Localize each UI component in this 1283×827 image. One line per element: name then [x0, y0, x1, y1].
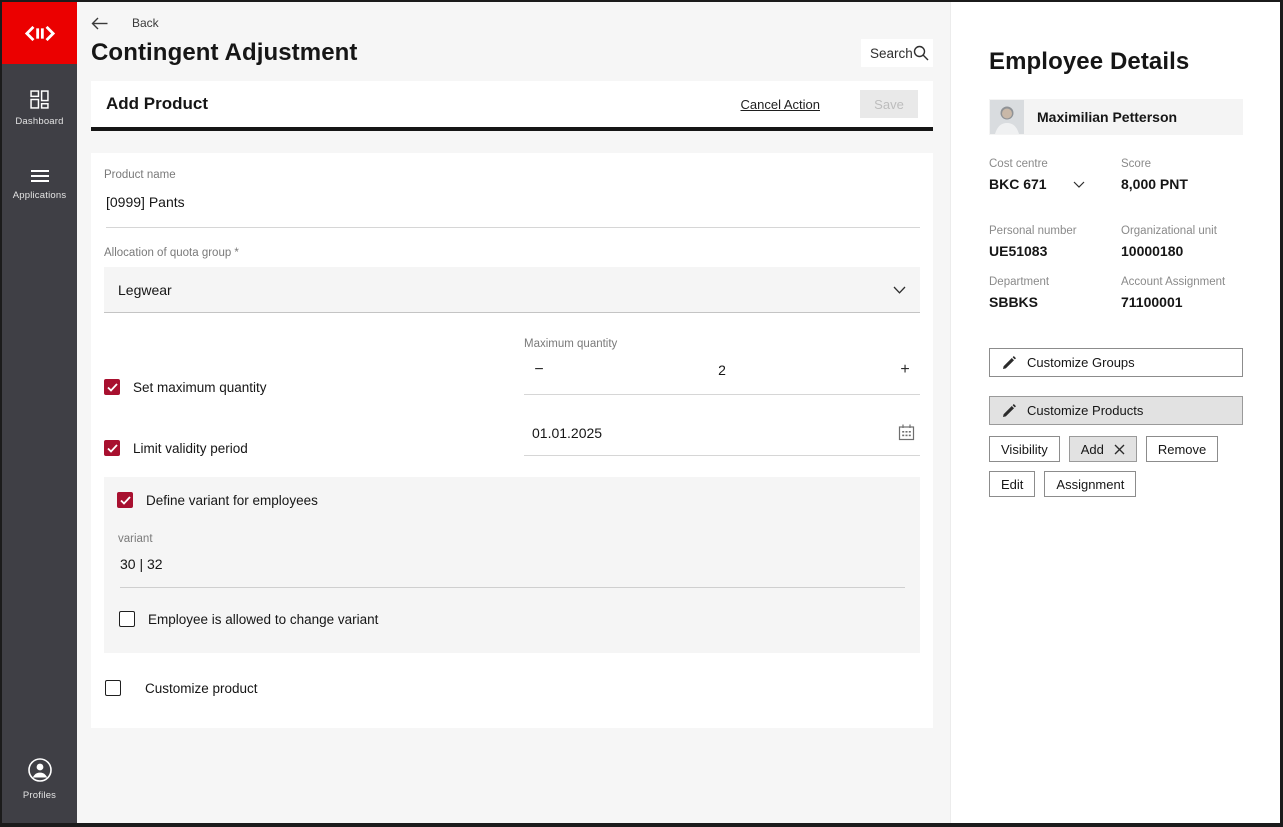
sidebar-item-label: Profiles [22, 790, 57, 801]
employee-details-title: Employee Details [989, 48, 1190, 75]
app-window: Dashboard Applications Profiles Back Con… [0, 0, 1283, 827]
assignment-button[interactable]: Assignment [1044, 471, 1137, 497]
define-variant-row: Define variant for employees [117, 492, 907, 508]
chevron-down-icon[interactable] [1073, 181, 1085, 188]
brand-logo[interactable] [2, 2, 77, 64]
close-icon[interactable] [1114, 444, 1125, 455]
plus-button[interactable]: + [895, 361, 915, 379]
allow-change-variant-row: Employee is allowed to change variant [119, 611, 907, 627]
page-title: Contingent Adjustment [91, 39, 358, 66]
search-icon [913, 45, 929, 61]
organizational-unit-value: 10000180 [1121, 243, 1184, 259]
sidebar: Dashboard Applications Profiles [2, 2, 77, 823]
dashboard-icon [30, 90, 49, 109]
employee-details-panel: Employee Details Maximilian Petterson Co… [950, 2, 1280, 823]
pencil-icon [1002, 403, 1016, 418]
quantity-stepper: − 2 + [524, 361, 920, 395]
search-input[interactable]: Search [861, 39, 933, 67]
pencil-icon [1002, 355, 1016, 370]
quota-group-select[interactable]: Legwear [104, 267, 920, 313]
back-arrow-icon [91, 17, 108, 30]
allow-change-variant-label: Employee is allowed to change variant [148, 611, 379, 627]
back-label: Back [132, 16, 159, 30]
account-assignment-value: 71100001 [1121, 294, 1183, 310]
employee-card[interactable]: Maximilian Petterson [989, 99, 1243, 135]
limit-validity-row: Limit validity period [104, 440, 524, 456]
field-account-assignment: Account Assignment 71100001 [1121, 276, 1243, 310]
field-organizational-unit: Organizational unit 10000180 [1121, 225, 1243, 259]
calendar-icon[interactable] [898, 424, 915, 441]
sidebar-item-label: Applications [12, 190, 67, 201]
employee-fields: Cost centre BKC 671 Score 8,000 PNT Pers… [989, 158, 1243, 327]
field-personal-number: Personal number UE51083 [989, 225, 1121, 259]
employee-name: Maximilian Petterson [1037, 109, 1178, 125]
avatar [990, 100, 1024, 134]
define-variant-label: Define variant for employees [146, 492, 318, 508]
set-max-quantity-checkbox[interactable] [104, 379, 120, 395]
quota-group-value: Legwear [118, 281, 172, 298]
search-placeholder: Search [870, 45, 913, 61]
edit-button[interactable]: Edit [989, 471, 1036, 497]
page-header: Contingent Adjustment Search [91, 39, 933, 67]
personal-number-value: UE51083 [989, 243, 1048, 259]
add-product-form: Product name [0999] Pants Allocation of … [91, 153, 933, 728]
save-button[interactable]: Save [860, 90, 918, 118]
minus-button[interactable]: − [529, 361, 549, 379]
cancel-action-link[interactable]: Cancel Action [741, 97, 821, 112]
remove-button[interactable]: Remove [1145, 436, 1219, 462]
validity-date-field[interactable]: 01.01.2025 [524, 424, 920, 456]
variant-value-field[interactable]: 30 | 32 [120, 556, 905, 588]
visibility-button[interactable]: Visibility [989, 436, 1060, 462]
sidebar-item-label: Dashboard [15, 116, 64, 127]
field-cost-centre: Cost centre BKC 671 [989, 158, 1121, 192]
section-title: Add Product [106, 94, 208, 113]
variant-label: variant [118, 533, 153, 545]
product-name-field[interactable]: [0999] Pants [106, 194, 920, 228]
customize-products-button[interactable]: Customize Products [989, 396, 1243, 425]
main-content: Back Contingent Adjustment Search Add Pr… [77, 2, 950, 823]
define-variant-checkbox[interactable] [117, 492, 133, 508]
limit-validity-label: Limit validity period [133, 440, 248, 456]
allow-change-variant-checkbox[interactable] [119, 611, 135, 627]
customize-groups-label: Customize Groups [1027, 355, 1135, 370]
limit-validity-checkbox[interactable] [104, 440, 120, 456]
quantity-value[interactable]: 2 [718, 362, 726, 378]
chevron-down-icon [893, 286, 906, 294]
product-name-label: Product name [104, 169, 176, 181]
validity-date-value: 01.01.2025 [532, 424, 603, 441]
customize-product-checkbox[interactable] [105, 680, 121, 696]
product-action-buttons: Visibility Add Remove Edit Assignment [989, 436, 1243, 497]
cost-centre-value[interactable]: BKC 671 [989, 176, 1047, 192]
set-max-quantity-label: Set maximum quantity [133, 379, 267, 395]
customize-products-label: Customize Products [1027, 403, 1144, 418]
applications-icon [30, 169, 50, 183]
profile-icon [27, 757, 53, 783]
set-max-quantity-row: Set maximum quantity [104, 379, 524, 395]
section-header: Add Product Cancel Action Save [91, 81, 933, 131]
add-label: Add [1080, 441, 1104, 457]
add-button[interactable]: Add [1068, 436, 1137, 462]
back-button[interactable]: Back [91, 2, 201, 30]
quota-group-label: Allocation of quota group * [104, 247, 239, 259]
field-score: Score 8,000 PNT [1121, 158, 1243, 192]
max-quantity-label: Maximum quantity [524, 338, 618, 350]
customize-product-row: Customize product [105, 680, 920, 696]
score-value: 8,000 PNT [1121, 176, 1188, 192]
sidebar-item-applications[interactable]: Applications [13, 169, 67, 201]
sidebar-item-profiles[interactable]: Profiles [23, 757, 56, 801]
variant-panel: Define variant for employees variant 30 … [104, 477, 920, 653]
sbb-logo-icon [23, 25, 57, 41]
department-value: SBBKS [989, 294, 1039, 310]
customize-product-label: Customize product [145, 680, 258, 696]
field-department: Department SBBKS [989, 276, 1121, 310]
customize-groups-button[interactable]: Customize Groups [989, 348, 1243, 377]
sidebar-item-dashboard[interactable]: Dashboard [15, 90, 63, 127]
